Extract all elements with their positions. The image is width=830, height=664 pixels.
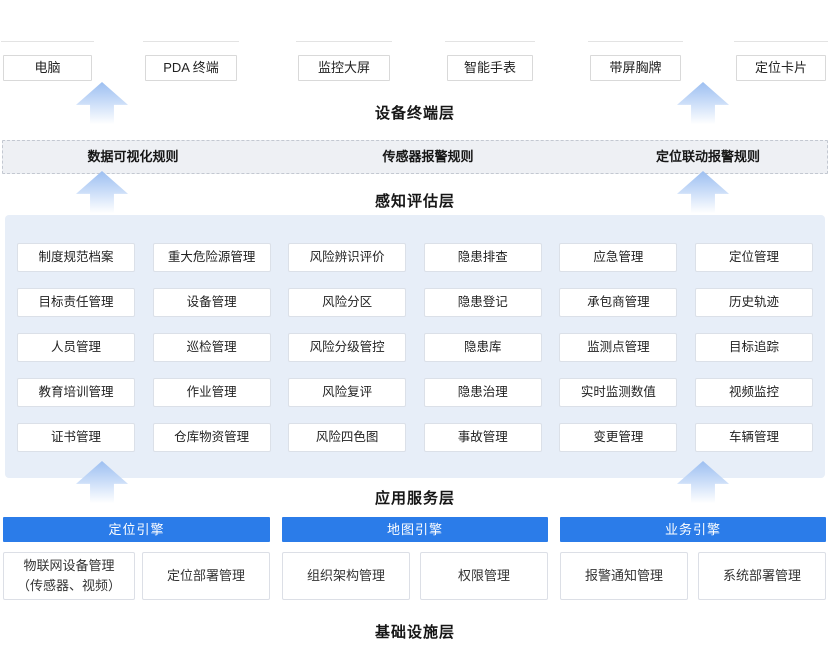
module-box: 定位管理 — [695, 243, 813, 272]
module-box: 隐患登记 — [424, 288, 542, 317]
engine-bar-business: 业务引擎 — [560, 517, 826, 542]
rules-band: 数据可视化规则 传感器报警规则 定位联动报警规则 — [2, 140, 828, 174]
module-box: 目标责任管理 — [17, 288, 135, 317]
engine-group-location: 定位引擎 物联网设备管理 （传感器、视频） 定位部署管理 — [3, 517, 270, 600]
module-box: 目标追踪 — [695, 333, 813, 362]
engine-module-box: 系统部署管理 — [698, 552, 826, 600]
device-box-location-card: 定位卡片 — [736, 55, 826, 81]
engine-module-box: 物联网设备管理 （传感器、视频） — [3, 552, 135, 600]
engine-module-box: 定位部署管理 — [142, 552, 270, 600]
module-box: 监测点管理 — [559, 333, 677, 362]
module-box: 设备管理 — [153, 288, 271, 317]
application-layer-title: 应用服务层 — [0, 487, 830, 508]
engine-bar-map: 地图引擎 — [282, 517, 548, 542]
module-box: 制度规范档案 — [17, 243, 135, 272]
module-box: 变更管理 — [559, 423, 677, 452]
engine-group-map: 地图引擎 组织架构管理 权限管理 — [282, 517, 548, 600]
device-layer-title: 设备终端层 — [0, 102, 830, 123]
module-box: 视频监控 — [695, 378, 813, 407]
architecture-diagram: 电脑 PDA 终端 监控大屏 智能手表 带屏胸牌 定位卡片 设备终端层 数据可视… — [0, 0, 830, 664]
module-box: 隐患库 — [424, 333, 542, 362]
device-box-smartwatch: 智能手表 — [447, 55, 533, 81]
engine-bar-location: 定位引擎 — [3, 517, 270, 542]
module-box: 仓库物资管理 — [153, 423, 271, 452]
module-box: 证书管理 — [17, 423, 135, 452]
module-box: 重大危险源管理 — [153, 243, 271, 272]
module-box: 巡检管理 — [153, 333, 271, 362]
module-box: 应急管理 — [559, 243, 677, 272]
module-box: 承包商管理 — [559, 288, 677, 317]
module-box: 作业管理 — [153, 378, 271, 407]
rule-label-location-alarm: 定位联动报警规则 — [656, 141, 760, 173]
module-box: 教育培训管理 — [17, 378, 135, 407]
module-box: 风险复评 — [288, 378, 406, 407]
device-box-pc: 电脑 — [3, 55, 92, 81]
module-box: 风险辨识评价 — [288, 243, 406, 272]
engine-module-box: 报警通知管理 — [560, 552, 688, 600]
module-box: 历史轨迹 — [695, 288, 813, 317]
module-box: 事故管理 — [424, 423, 542, 452]
module-box: 隐患治理 — [424, 378, 542, 407]
device-box-badge: 带屏胸牌 — [590, 55, 681, 81]
device-box-pda: PDA 终端 — [145, 55, 237, 81]
engine-module-box: 组织架构管理 — [282, 552, 410, 600]
module-box: 人员管理 — [17, 333, 135, 362]
device-box-monitor-screen: 监控大屏 — [298, 55, 390, 81]
rule-label-visualization: 数据可视化规则 — [87, 141, 178, 173]
module-box: 风险分级管控 — [288, 333, 406, 362]
infrastructure-layer-title: 基础设施层 — [0, 621, 830, 642]
module-box: 车辆管理 — [695, 423, 813, 452]
engine-group-business: 业务引擎 报警通知管理 系统部署管理 — [560, 517, 826, 600]
engine-module-box: 权限管理 — [420, 552, 548, 600]
module-box: 风险四色图 — [288, 423, 406, 452]
rule-label-sensor-alarm: 传感器报警规则 — [382, 141, 473, 173]
module-box: 隐患排查 — [424, 243, 542, 272]
application-panel: 制度规范档案 重大危险源管理 风险辨识评价 隐患排查 应急管理 定位管理 目标责… — [5, 215, 825, 478]
module-box: 风险分区 — [288, 288, 406, 317]
module-box: 实时监测数值 — [559, 378, 677, 407]
perception-layer-title: 感知评估层 — [0, 190, 830, 211]
